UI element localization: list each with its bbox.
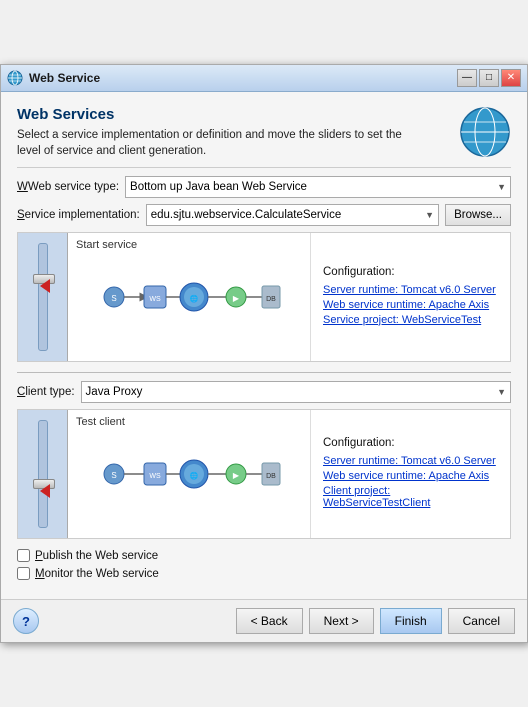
service-link-2[interactable]: Service project: WebServiceTest bbox=[323, 314, 498, 326]
svg-text:S: S bbox=[111, 294, 116, 303]
publish-checkbox[interactable] bbox=[17, 549, 30, 562]
header-title: Web Services bbox=[17, 106, 417, 123]
bottom-bar-right: < Back Next > Finish Cancel bbox=[236, 608, 515, 634]
globe-icon bbox=[459, 106, 511, 158]
client-type-arrow-icon: ▼ bbox=[497, 387, 506, 397]
dropdown-arrow-icon: ▼ bbox=[497, 182, 506, 192]
client-link-2[interactable]: Client project: WebServiceTestClient bbox=[323, 485, 498, 509]
bottom-bar: ? < Back Next > Finish Cancel bbox=[1, 599, 527, 642]
service-config-panel: Configuration: Server runtime: Tomcat v6… bbox=[310, 233, 510, 361]
service-impl-arrow-icon: ▼ bbox=[425, 210, 434, 220]
web-service-type-row: WWeb service type: Bottom up Java bean W… bbox=[17, 176, 511, 198]
cancel-button[interactable]: Cancel bbox=[448, 608, 515, 634]
svg-text:WS: WS bbox=[149, 296, 161, 303]
service-diagram-svg: S WS 🌐 ▶ DB bbox=[94, 247, 284, 347]
header-text: Web Services Select a service implementa… bbox=[17, 106, 417, 159]
close-button[interactable]: ✕ bbox=[501, 69, 521, 87]
client-type-value: Java Proxy bbox=[86, 386, 143, 398]
ws-type-underline: W bbox=[17, 181, 28, 193]
client-panel-label: Test client bbox=[76, 416, 125, 428]
service-impl-row: Service implementation: edu.sjtu.webserv… bbox=[17, 204, 511, 226]
service-panel: Start service S WS 🌐 ▶ bbox=[17, 232, 511, 362]
maximize-button[interactable]: □ bbox=[479, 69, 499, 87]
client-link-1[interactable]: Web service runtime: Apache Axis bbox=[323, 470, 498, 482]
service-link-0[interactable]: Server runtime: Tomcat v6.0 Server bbox=[323, 284, 498, 296]
service-impl-dropdown[interactable]: edu.sjtu.webservice.CalculateService ▼ bbox=[146, 204, 439, 226]
header-divider bbox=[17, 167, 511, 168]
web-service-type-dropdown[interactable]: Bottom up Java bean Web Service ▼ bbox=[125, 176, 511, 198]
main-content: Web Services Select a service implementa… bbox=[1, 92, 527, 599]
client-type-label: Client type: bbox=[17, 386, 75, 398]
svg-text:WS: WS bbox=[149, 473, 161, 480]
section-divider bbox=[17, 372, 511, 373]
web-service-type-value: Bottom up Java bean Web Service bbox=[130, 181, 307, 193]
service-impl-value: edu.sjtu.webservice.CalculateService bbox=[151, 209, 341, 221]
svg-text:DB: DB bbox=[266, 473, 276, 480]
client-slider-track[interactable] bbox=[38, 420, 48, 528]
svg-text:🌐: 🌐 bbox=[190, 471, 199, 480]
svg-text:🌐: 🌐 bbox=[190, 294, 199, 303]
client-slider-arrow-icon bbox=[40, 484, 50, 498]
client-link-0[interactable]: Server runtime: Tomcat v6.0 Server bbox=[323, 455, 498, 467]
client-config-panel: Configuration: Server runtime: Tomcat v6… bbox=[310, 410, 510, 538]
browse-button[interactable]: Browse... bbox=[445, 204, 511, 226]
client-type-dropdown[interactable]: Java Proxy ▼ bbox=[81, 381, 511, 403]
svg-text:DB: DB bbox=[266, 296, 276, 303]
svg-text:S: S bbox=[111, 471, 116, 480]
service-slider-area bbox=[18, 233, 68, 361]
service-config-title: Configuration: bbox=[323, 266, 498, 278]
service-link-1[interactable]: Web service runtime: Apache Axis bbox=[323, 299, 498, 311]
service-panel-label: Start service bbox=[76, 239, 137, 251]
back-button[interactable]: < Back bbox=[236, 608, 303, 634]
client-diagram-area: Test client S WS 🌐 ▶ DB bbox=[68, 410, 310, 538]
next-button[interactable]: Next > bbox=[309, 608, 374, 634]
title-bar-buttons: — □ ✕ bbox=[457, 69, 521, 87]
help-button[interactable]: ? bbox=[13, 608, 39, 634]
client-slider-area bbox=[18, 410, 68, 538]
window-title: Web Service bbox=[29, 71, 100, 85]
header-description: Select a service implementation or defin… bbox=[17, 127, 417, 159]
title-bar: Web Service — □ ✕ bbox=[1, 65, 527, 92]
client-panel: Test client S WS 🌐 ▶ DB bbox=[17, 409, 511, 539]
monitor-checkbox-row: Monitor the Web service bbox=[17, 567, 511, 580]
si-underline: S bbox=[17, 209, 25, 221]
svg-text:▶: ▶ bbox=[233, 471, 240, 480]
web-service-type-label: WWeb service type: bbox=[17, 181, 119, 193]
header-row: Web Services Select a service implementa… bbox=[17, 106, 511, 159]
finish-button[interactable]: Finish bbox=[380, 608, 442, 634]
client-diagram-svg: S WS 🌐 ▶ DB bbox=[94, 424, 284, 524]
window-icon bbox=[7, 70, 23, 86]
client-type-row: Client type: Java Proxy ▼ bbox=[17, 381, 511, 403]
svg-text:▶: ▶ bbox=[233, 294, 240, 303]
monitor-label[interactable]: Monitor the Web service bbox=[35, 568, 159, 580]
title-bar-left: Web Service bbox=[7, 70, 100, 86]
minimize-button[interactable]: — bbox=[457, 69, 477, 87]
slider-arrow-icon bbox=[40, 279, 50, 293]
publish-label[interactable]: Publish the Web service bbox=[35, 550, 158, 562]
window: Web Service — □ ✕ Web Services Select a … bbox=[0, 64, 528, 643]
monitor-checkbox[interactable] bbox=[17, 567, 30, 580]
publish-checkbox-row: Publish the Web service bbox=[17, 549, 511, 562]
slider-track[interactable] bbox=[38, 243, 48, 351]
client-config-title: Configuration: bbox=[323, 437, 498, 449]
service-diagram-area: Start service S WS 🌐 ▶ bbox=[68, 233, 310, 361]
service-impl-label: Service implementation: bbox=[17, 209, 140, 221]
